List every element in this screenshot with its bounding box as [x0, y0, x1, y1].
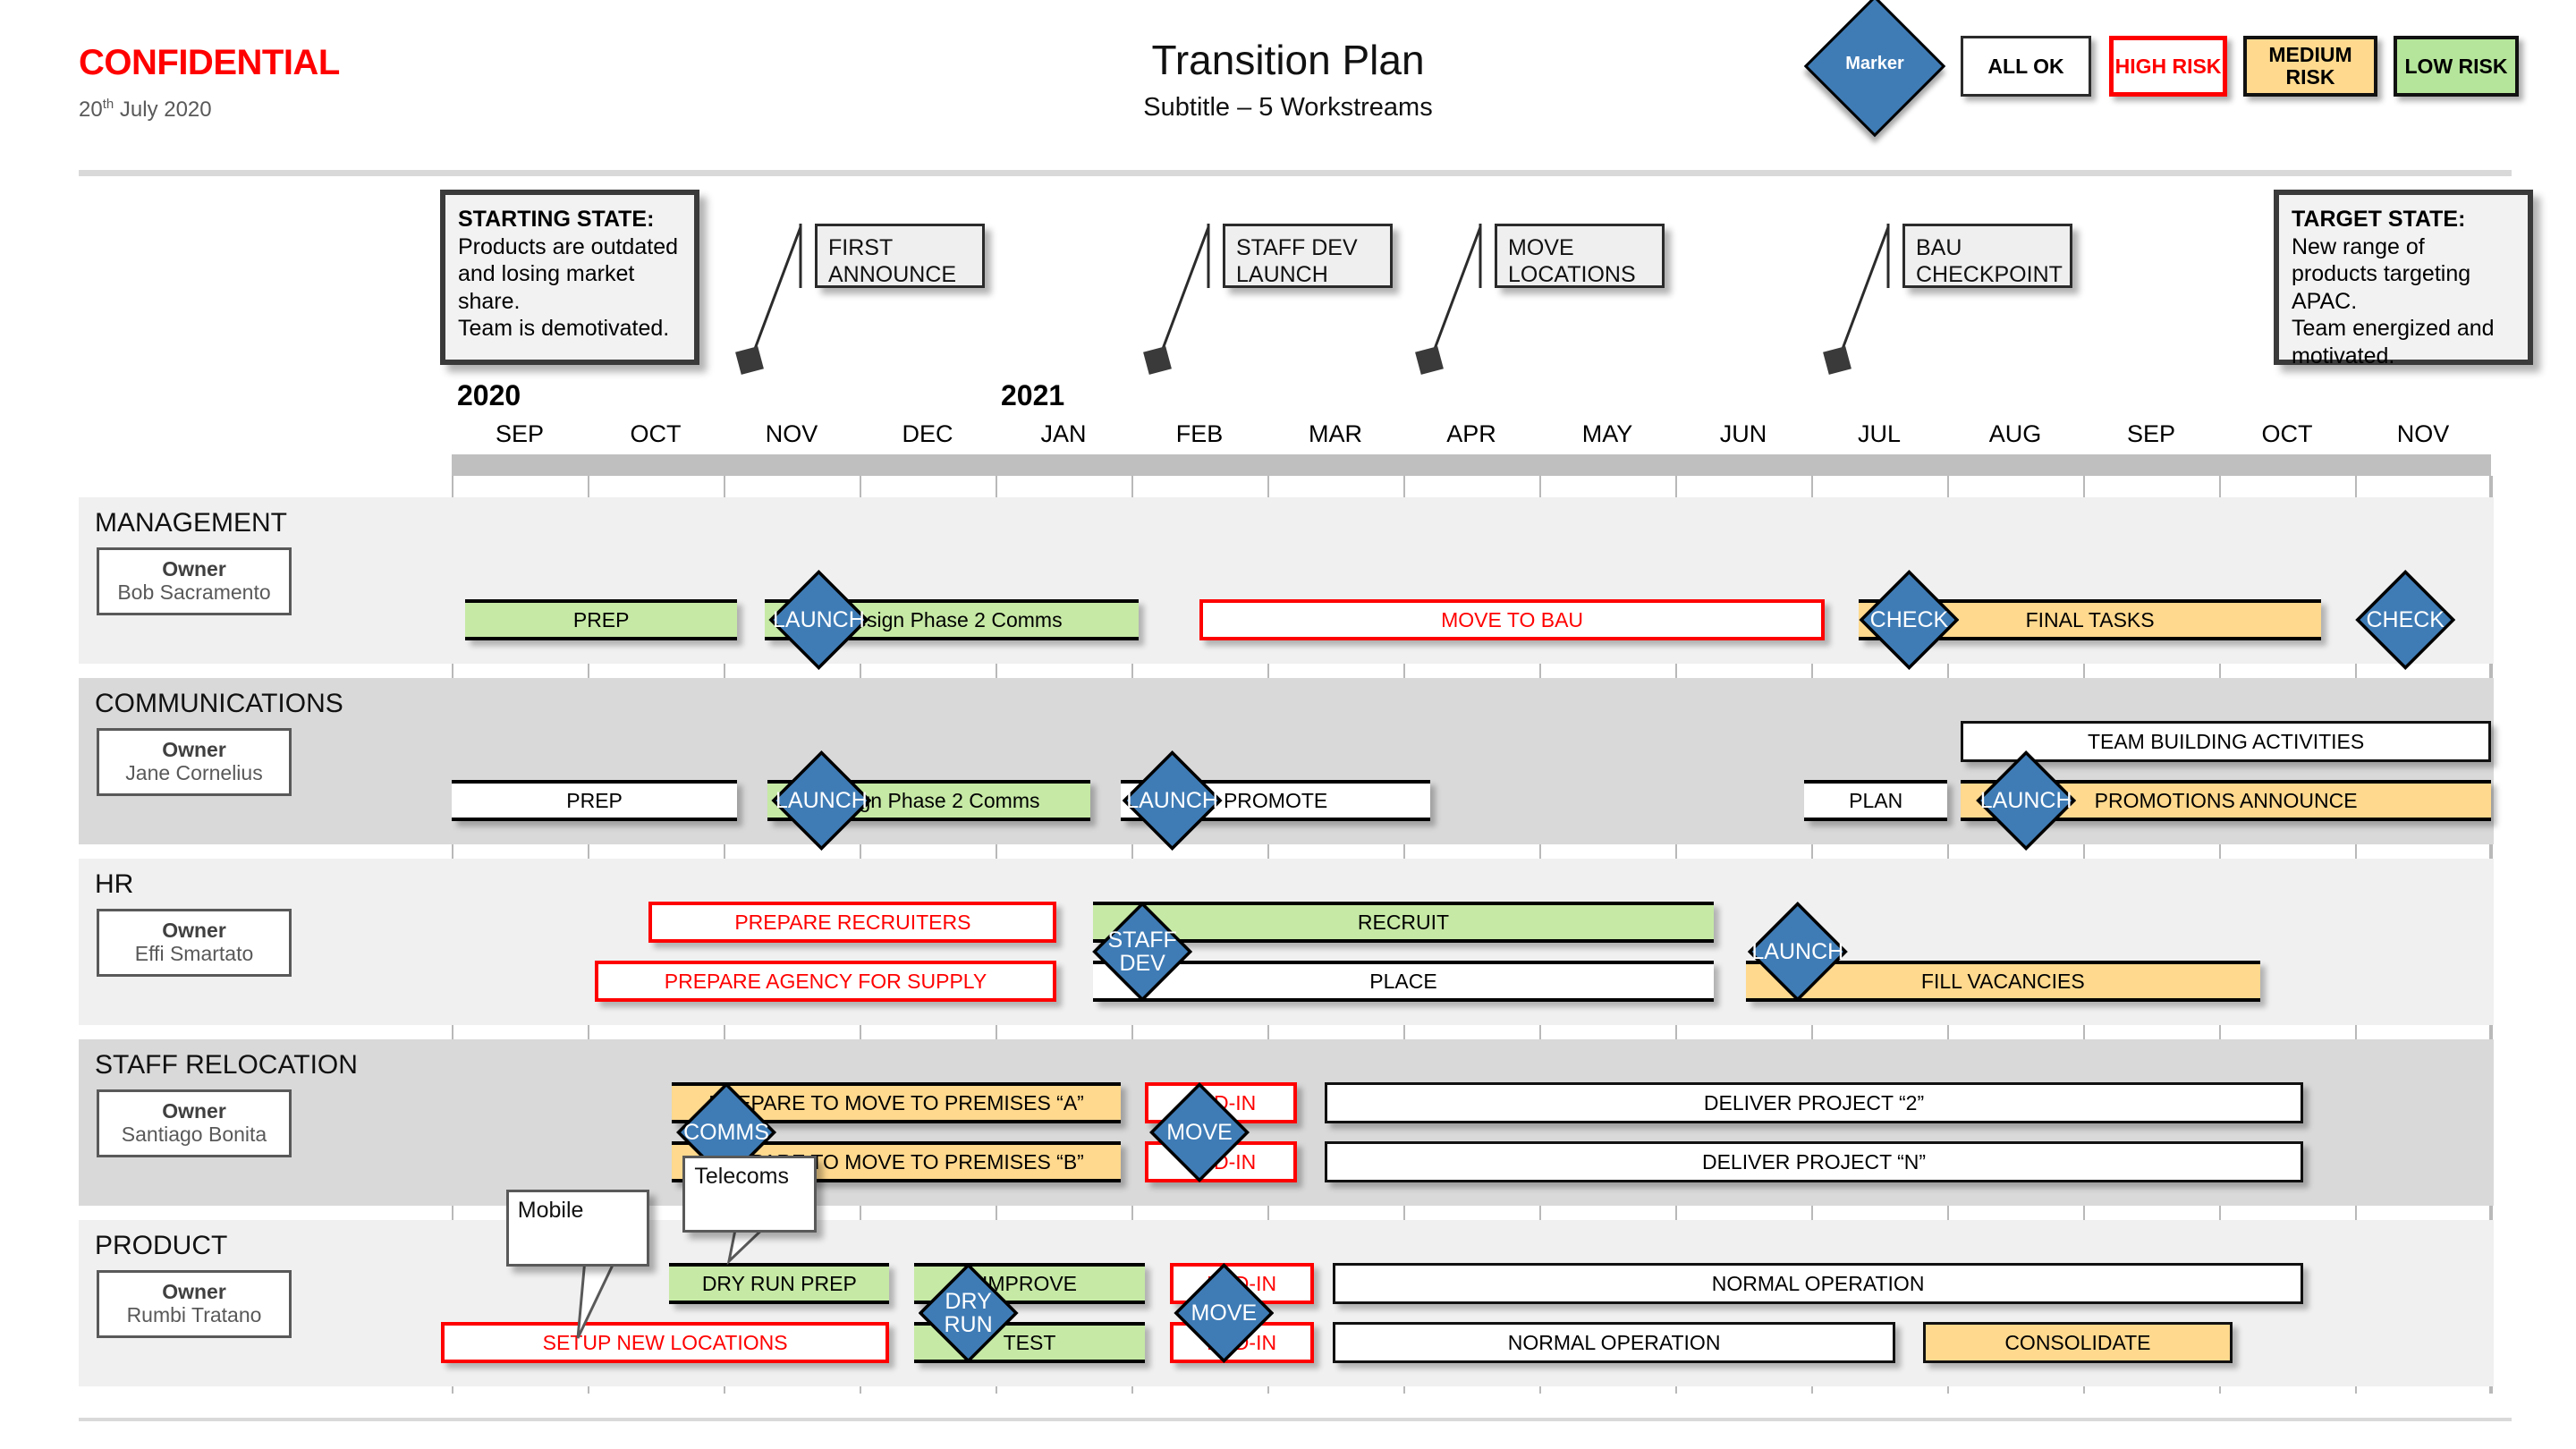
diamond-label: LAUNCH	[1751, 938, 1844, 964]
milestone-leader-line	[1823, 224, 1890, 375]
task-bar[interactable]: CONSOLIDATE	[1922, 1322, 2233, 1363]
owner-label: Owner	[162, 919, 226, 943]
page-subtitle: Subtitle – 5 Workstreams	[1143, 93, 1433, 122]
milestone-diamond[interactable]: STAFF DEV	[1092, 902, 1193, 1002]
task-bar[interactable]: PREPARE AGENCY FOR SUPPLY	[594, 961, 1057, 1002]
owner-name: Santiago Bonita	[121, 1123, 267, 1146]
timeline-month-nov-14: NOV	[2396, 420, 2450, 447]
timeline-month-jul-10: JUL	[1857, 420, 1901, 447]
task-bar[interactable]: PREP	[465, 599, 738, 640]
diamond-label: CHECK	[1869, 606, 1949, 632]
owner-label: Owner	[162, 557, 226, 581]
timeline-month-mar-6: MAR	[1309, 420, 1362, 447]
owner-box: Owner Effi Smartato	[97, 909, 292, 977]
owner-name: Jane Cornelius	[125, 761, 263, 784]
legend-item-medium-risk[interactable]: MEDIUM RISK	[2243, 36, 2377, 97]
owner-name: Effi Smartato	[134, 942, 254, 965]
timeline-month-sep-12: SEP	[2126, 420, 2176, 447]
task-bar[interactable]: DELIVER PROJECT “N”	[1324, 1141, 2304, 1182]
timeline-month-nov-2: NOV	[765, 420, 818, 447]
timeline-month-may-8: MAY	[1581, 420, 1633, 447]
milestone-diamond[interactable]: LAUNCH	[771, 750, 872, 851]
swimlane-title: MANAGEMENT	[95, 508, 288, 538]
timeline-month-jun-9: JUN	[1719, 420, 1767, 447]
owner-label: Owner	[162, 1099, 226, 1123]
task-bar[interactable]: PLAN	[1804, 780, 1947, 821]
milestone-diamond[interactable]: LAUNCH	[1122, 750, 1223, 851]
task-bar[interactable]: PREP	[452, 780, 738, 821]
bubble-label: Mobile	[505, 1190, 649, 1267]
owner-box: Owner Rumbi Tratano	[97, 1270, 292, 1338]
task-bar[interactable]: NORMAL OPERATION	[1332, 1263, 2304, 1304]
timeline-month-dec-3: DEC	[902, 420, 953, 447]
owner-box: Owner Santiago Bonita	[97, 1089, 292, 1157]
milestone-diamond[interactable]: MOVE	[1149, 1082, 1250, 1182]
marker-label: Marker	[1845, 54, 1904, 73]
legend-item-all-ok[interactable]: ALL OK	[1961, 36, 2091, 97]
milestone-diamond[interactable]: CHECK	[1859, 570, 1960, 670]
owner-name: Rumbi Tratano	[126, 1303, 262, 1326]
diamond-label: MOVE	[1191, 1300, 1258, 1326]
diamond-label: MOVE	[1166, 1119, 1233, 1145]
diamond-label: CHECK	[2366, 606, 2445, 632]
swimlane-title: COMMUNICATIONS	[95, 689, 343, 718]
owner-name: Bob Sacramento	[117, 580, 271, 604]
milestone-diamond[interactable]: CHECK	[2355, 570, 2456, 670]
timeline-grid-header	[452, 454, 2491, 476]
timeline-month-sep-0: SEP	[495, 420, 545, 447]
swimlane-title: STAFF RELOCATION	[95, 1050, 358, 1080]
milestone-diamond[interactable]: MOVE	[1174, 1263, 1275, 1363]
owner-label: Owner	[162, 738, 226, 762]
owner-box: Owner Bob Sacramento	[97, 547, 292, 615]
footer-divider	[79, 1418, 2512, 1421]
owner-label: Owner	[162, 1280, 226, 1304]
timeline-month-apr-7: APR	[1446, 420, 1496, 447]
legend-item-high-risk[interactable]: HIGH RISK	[2109, 36, 2227, 97]
timeline-month-oct-13: OCT	[2261, 420, 2313, 447]
legend-item-low-risk[interactable]: LOW RISK	[2394, 36, 2519, 97]
task-bar[interactable]: DELIVER PROJECT “2”	[1324, 1082, 2304, 1123]
diamond-label: STAFF DEV	[1107, 927, 1177, 976]
timeline-month-oct-1: OCT	[630, 420, 682, 447]
timeline-month-aug-11: AUG	[1988, 420, 2042, 447]
diamond-label: LAUNCH	[775, 787, 868, 813]
diamond-label: LAUNCH	[1979, 787, 2072, 813]
diamond-label: LAUNCH	[1126, 787, 1218, 813]
timeline-month-jan-4: JAN	[1040, 420, 1087, 447]
owner-box: Owner Jane Cornelius	[97, 728, 292, 796]
timeline-month-feb-5: FEB	[1175, 420, 1224, 447]
timeline-year-2021: 2021	[1001, 379, 1065, 411]
milestone-diamond[interactable]: LAUNCH	[768, 570, 869, 670]
swimlane-title: HR	[95, 869, 134, 899]
milestone-diamond[interactable]: LAUNCH	[1747, 902, 1848, 1002]
timeline-year-2020: 2020	[457, 379, 521, 411]
milestone-label-3: BAU CHECKPOINT	[1902, 224, 2072, 288]
task-bar[interactable]: MOVE TO BAU	[1199, 599, 1826, 640]
milestone-diamond[interactable]: LAUNCH	[1976, 750, 2077, 851]
header-divider	[79, 170, 2512, 176]
swimlane-title: PRODUCT	[95, 1231, 228, 1260]
task-bar[interactable]: NORMAL OPERATION	[1332, 1322, 1896, 1363]
diamond-label: LAUNCH	[772, 606, 865, 632]
task-bar[interactable]: PREPARE RECRUITERS	[648, 902, 1057, 943]
